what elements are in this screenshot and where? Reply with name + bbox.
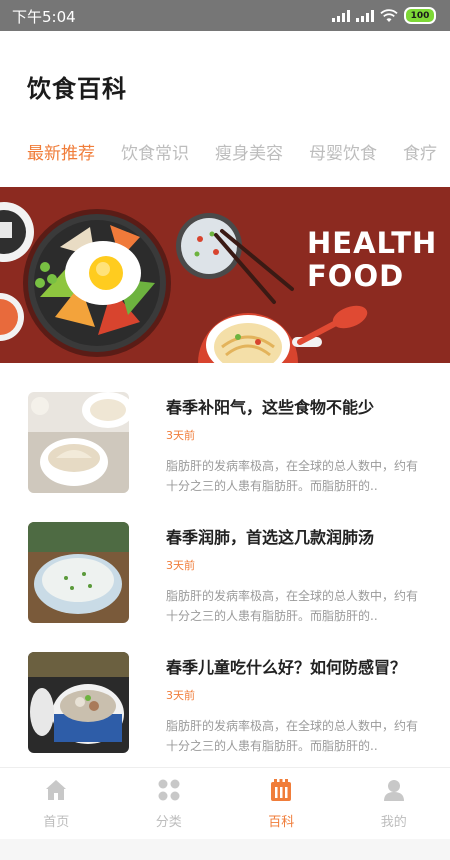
article-item[interactable]: 春季润肺，首选这几款润肺汤 3天前 脂肪肝的发病率极高，在全球的总人数中，约有十… [0, 522, 450, 624]
banner-line-health: HEALTH [307, 226, 438, 260]
banner-line-food: FOOD [307, 259, 405, 293]
nav-mine-label: 我的 [380, 815, 407, 830]
article-summary: 脂肪肝的发病率极高，在全球的总人数中，约有十分之三的人患有脂肪肝。而脂肪肝的.. [166, 459, 419, 493]
page-title: 饮食百科 [27, 75, 127, 103]
bottom-navigation: 首页 分类 百科 我的 [0, 767, 450, 840]
nav-home-label: 首页 [43, 815, 70, 830]
article-title: 春季润肺，首选这几款润肺汤 [166, 528, 375, 547]
signal-icon [356, 9, 374, 22]
article-thumbnail-soup [28, 522, 129, 623]
category-tabs: 最新推荐 饮食常识 瘦身美容 母婴饮食 食疗 [27, 139, 437, 164]
system-navigation-area [0, 839, 450, 860]
article-thumbnail-stew [28, 652, 129, 753]
nav-category-label: 分类 [155, 815, 182, 830]
home-icon [46, 780, 67, 800]
status-time: 下午5:04 [12, 8, 76, 26]
tab-diet-knowledge[interactable]: 饮食常识 [121, 139, 189, 164]
health-food-banner[interactable]: HEALTH FOOD [0, 187, 450, 363]
tab-slimming-beauty[interactable]: 瘦身美容 [215, 139, 283, 164]
status-icons: 100 [332, 7, 436, 24]
tab-maternal-infant[interactable]: 母婴饮食 [309, 139, 377, 164]
nav-encyclopedia-label: 百科 [268, 815, 295, 830]
status-bar: 下午5:04 100 [0, 0, 450, 31]
wifi-icon [380, 8, 398, 22]
article-summary: 脂肪肝的发病率极高，在全球的总人数中，约有十分之三的人患有脂肪肝。而脂肪肝的.. [166, 589, 419, 623]
article-title: 春季补阳气，这些食物不能少 [166, 398, 375, 417]
article-title: 春季儿童吃什么好？如何防感冒？ [166, 658, 407, 677]
grid-icon [158, 779, 180, 801]
article-thumbnail-dumplings [28, 392, 129, 493]
article-time: 3天前 [166, 689, 195, 702]
nav-home[interactable]: 首页 [0, 768, 113, 840]
article-time: 3天前 [166, 429, 195, 442]
encyclopedia-icon [271, 779, 292, 801]
nav-category[interactable]: 分类 [113, 768, 226, 840]
banner-title: HEALTH FOOD [307, 227, 437, 293]
article-item[interactable]: 春季补阳气，这些食物不能少 3天前 脂肪肝的发病率极高，在全球的总人数中，约有十… [0, 392, 450, 494]
nav-mine[interactable]: 我的 [338, 768, 450, 840]
user-icon [383, 780, 404, 801]
article-summary: 脂肪肝的发病率极高，在全球的总人数中，约有十分之三的人患有脂肪肝。而脂肪肝的.. [166, 719, 419, 753]
tab-latest[interactable]: 最新推荐 [27, 139, 95, 164]
article-time: 3天前 [166, 559, 195, 572]
nav-encyclopedia[interactable]: 百科 [225, 768, 338, 840]
tab-food-therapy[interactable]: 食疗 [403, 139, 437, 164]
signal-icon [332, 9, 350, 22]
article-item[interactable]: 春季儿童吃什么好？如何防感冒？ 3天前 脂肪肝的发病率极高，在全球的总人数中，约… [0, 652, 450, 754]
battery-icon: 100 [404, 7, 436, 24]
